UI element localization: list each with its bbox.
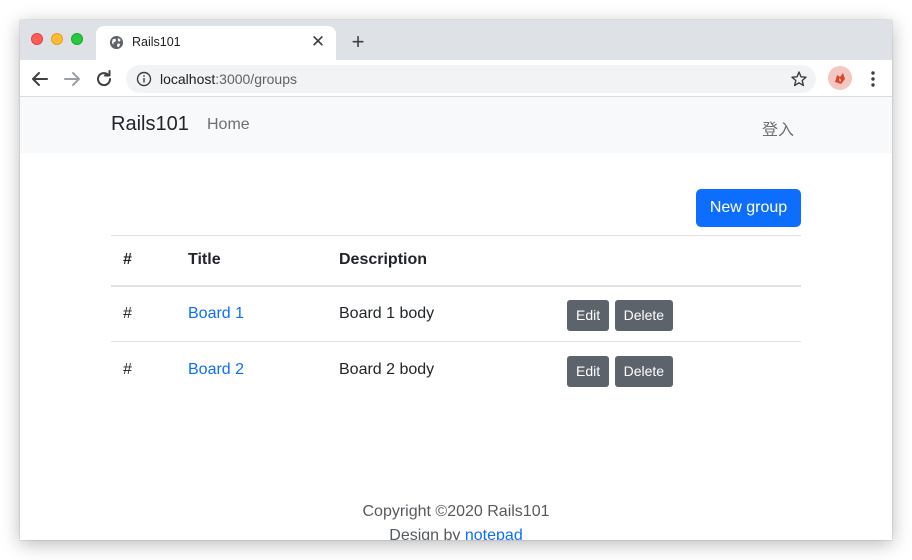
header-description: Description <box>339 251 428 269</box>
table-row: # Board 2 Board 2 body Edit Delete <box>111 342 801 398</box>
page-viewport: Rails101 Home 登入 New group # Title Descr… <box>20 97 892 540</box>
star-icon[interactable] <box>790 70 808 88</box>
browser-tab[interactable]: Rails101 ✕ <box>96 26 336 60</box>
info-icon[interactable] <box>136 71 152 87</box>
extension-icon[interactable] <box>828 66 852 90</box>
header-title: Title <box>188 251 221 269</box>
new-group-button[interactable]: New group <box>696 189 801 227</box>
page-footer: Copyright ©2020 Rails101 Design by notep… <box>20 500 892 540</box>
header-number: # <box>123 251 132 269</box>
kebab-menu-icon[interactable] <box>863 68 883 90</box>
back-arrow-icon[interactable] <box>29 68 51 90</box>
url-host: localhost <box>160 71 216 87</box>
table-header-row: # Title Description <box>111 235 801 286</box>
row-title-cell: Board 1 <box>176 286 327 342</box>
nav-login-link[interactable]: 登入 <box>762 116 794 140</box>
groups-table: # Title Description # Board 1 Board 1 bo… <box>111 235 801 398</box>
edit-button[interactable]: Edit <box>567 300 610 332</box>
globe-icon <box>109 35 124 50</box>
delete-button[interactable]: Delete <box>614 300 674 332</box>
close-icon[interactable]: ✕ <box>308 32 328 52</box>
tab-strip: Rails101 ✕ + <box>20 20 892 60</box>
row-description: Board 2 body <box>339 360 435 378</box>
url-path: :3000/groups <box>215 71 297 87</box>
table-row: # Board 1 Board 1 body Edit Delete <box>111 286 801 342</box>
row-actions: Edit Delete <box>555 342 801 398</box>
url-text: localhost:3000/groups <box>160 71 297 87</box>
row-number: # <box>123 360 132 378</box>
close-window-button[interactable] <box>31 33 43 45</box>
designer-link[interactable]: notepad <box>465 527 523 540</box>
plus-icon[interactable]: + <box>346 31 370 55</box>
navbar: Rails101 Home 登入 <box>20 97 892 153</box>
browser-window: Rails101 ✕ + localhost:3000/groups Rails… <box>20 20 892 540</box>
browser-toolbar: localhost:3000/groups <box>20 60 892 97</box>
design-by-text: Design by <box>389 527 461 540</box>
design-credit: Design by notepad <box>20 524 892 540</box>
copyright-text: Copyright ©2020 Rails101 <box>362 503 550 520</box>
table-header: # Title Description <box>111 235 801 286</box>
edit-button[interactable]: Edit <box>567 356 610 388</box>
address-bar[interactable]: localhost:3000/groups <box>126 65 816 93</box>
delete-button[interactable]: Delete <box>614 356 674 388</box>
minimize-window-button[interactable] <box>51 33 63 45</box>
brand-link[interactable]: Rails101 <box>111 113 189 136</box>
board-title-link[interactable]: Board 1 <box>188 305 244 322</box>
reload-icon[interactable] <box>93 68 115 90</box>
header-actions <box>555 236 801 286</box>
row-description: Board 1 body <box>339 304 435 322</box>
fox-icon <box>835 73 845 84</box>
table-body: # Board 1 Board 1 body Edit Delete # Boa… <box>111 286 801 398</box>
forward-arrow-icon[interactable] <box>61 68 83 90</box>
maximize-window-button[interactable] <box>71 33 83 45</box>
row-title-cell: Board 2 <box>176 342 327 398</box>
nav-home-link[interactable]: Home <box>207 116 250 134</box>
row-actions: Edit Delete <box>555 286 801 342</box>
row-number: # <box>123 304 132 322</box>
tab-title: Rails101 <box>132 35 181 49</box>
board-title-link[interactable]: Board 2 <box>188 361 244 378</box>
